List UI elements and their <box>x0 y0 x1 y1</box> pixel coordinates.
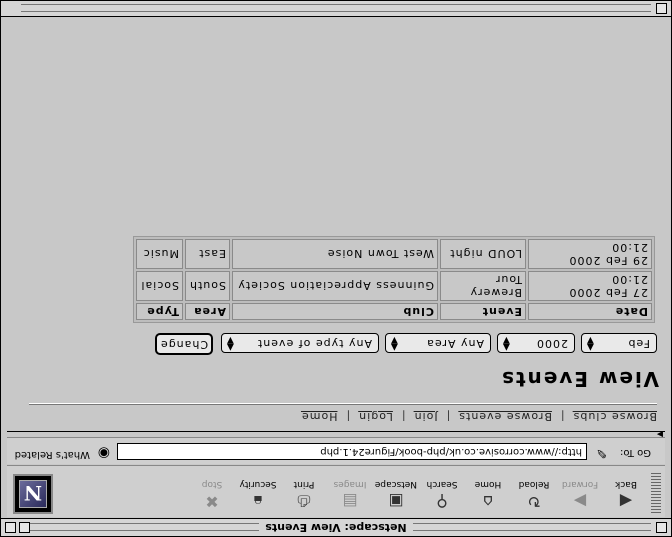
security-button[interactable]: 🔒︎ Security <box>237 469 279 513</box>
print-icon: ⎙ <box>297 492 311 511</box>
home-button[interactable]: ⌂ Home <box>467 469 509 513</box>
netscape-button[interactable]: ▣ Netscape <box>375 469 417 513</box>
search-icon: ⚲ <box>436 492 448 511</box>
cell-area: South <box>185 271 230 301</box>
goto-label: Go To: <box>620 447 651 458</box>
select-arrows-icon: ▲ ▼ <box>226 335 234 352</box>
cell-date: 29 Feb 2000 21:00 <box>528 239 652 269</box>
title-bar[interactable]: Netscape: View Events <box>1 518 671 536</box>
status-bar <box>1 1 671 17</box>
col-date: Date <box>528 303 652 320</box>
cell-club: Guinness Appreciation Society <box>232 271 438 301</box>
table-header-row: Date Event Club Area Type <box>136 303 652 320</box>
status-icon[interactable] <box>656 3 667 14</box>
zoom-box-icon[interactable] <box>19 522 30 533</box>
back-button[interactable]: ◀ Back <box>605 469 647 513</box>
images-button[interactable]: ▤ Images <box>329 469 371 513</box>
collapse-box-icon[interactable] <box>5 522 16 533</box>
cell-event: LOUD night <box>440 239 526 269</box>
globe-icon: ◉ <box>97 445 110 461</box>
cell-club: West Town Noise <box>232 239 438 269</box>
select-arrows-icon: ▲ ▼ <box>586 335 594 352</box>
lock-icon: 🔒︎ <box>253 492 263 511</box>
col-area: Area <box>185 303 230 320</box>
year-select[interactable]: 2000 ▲ ▼ <box>497 333 575 353</box>
window-title: Netscape: View Events <box>259 521 413 534</box>
change-button[interactable]: Change <box>155 333 213 355</box>
divider <box>29 403 657 405</box>
cell-type: Music <box>136 239 184 269</box>
events-table: Date Event Club Area Type 27 Feb 2000 21… <box>133 236 655 323</box>
cell-date: 27 Feb 2000 21:00 <box>528 271 652 301</box>
whats-related-button[interactable]: ◉ What's Related <box>14 442 110 461</box>
nav-join[interactable]: Join <box>414 410 438 423</box>
table-row: 27 Feb 2000 21:00 Brewery Tour Guinness … <box>136 271 652 301</box>
page-title: View Events <box>500 367 659 391</box>
cell-area: East <box>185 239 230 269</box>
netscape-logo[interactable]: N <box>13 474 53 514</box>
nav-browse-events[interactable]: Browse events <box>458 410 552 423</box>
netscape-icon: ▣ <box>388 492 404 511</box>
navigation-toolbar: ◀ Back ▶ Forward ↻ Reload ⌂ Home ⚲ Searc… <box>7 465 665 517</box>
reload-button[interactable]: ↻ Reload <box>513 469 555 513</box>
month-select[interactable]: Feb ▲ ▼ <box>581 333 657 353</box>
toolbar-grip[interactable] <box>651 471 661 513</box>
stop-icon: ✖ <box>205 492 219 511</box>
location-bar: Go To: ✎ ◉ What's Related <box>7 438 665 464</box>
table-row: 29 Feb 2000 21:00 LOUD night West Town N… <box>136 239 652 269</box>
cell-type: Social <box>136 271 184 301</box>
images-icon: ▤ <box>342 492 358 511</box>
site-nav: Browse clubs|Browse events|Join|Login|Ho… <box>300 410 657 423</box>
toolbar-tab-strip[interactable]: ▶ <box>7 430 665 439</box>
stop-button[interactable]: ✖ Stop <box>191 469 233 513</box>
reload-icon: ↻ <box>527 492 541 511</box>
page-content: Browse clubs|Browse events|Join|Login|Ho… <box>7 5 665 432</box>
event-type-select[interactable]: Any type of event ▲ ▼ <box>221 333 379 353</box>
select-arrows-icon: ▲ ▼ <box>390 335 398 352</box>
bookmark-icon[interactable]: ✎ <box>596 445 607 460</box>
home-icon: ⌂ <box>482 492 494 511</box>
logo-letter: N <box>19 480 47 508</box>
nav-home[interactable]: Home <box>301 410 337 423</box>
select-arrows-icon: ▲ ▼ <box>502 335 510 352</box>
search-button[interactable]: ⚲ Search <box>421 469 463 513</box>
area-select[interactable]: Any Area ▲ ▼ <box>385 333 491 353</box>
print-button[interactable]: ⎙ Print <box>283 469 325 513</box>
browser-window: Netscape: View Events ◀ Back ▶ Forward ↻… <box>0 0 672 537</box>
cell-event: Brewery Tour <box>440 271 526 301</box>
col-event: Event <box>440 303 526 320</box>
col-club: Club <box>232 303 438 320</box>
status-bar-stripes <box>21 4 651 12</box>
url-input[interactable] <box>117 443 587 460</box>
forward-button[interactable]: ▶ Forward <box>559 469 601 513</box>
nav-browse-clubs[interactable]: Browse clubs <box>573 410 657 423</box>
nav-login[interactable]: Login <box>358 410 393 423</box>
whats-related-label: What's Related <box>14 449 90 460</box>
forward-arrow-icon: ▶ <box>573 492 587 511</box>
col-type: Type <box>136 303 184 320</box>
back-arrow-icon: ◀ <box>619 492 633 511</box>
